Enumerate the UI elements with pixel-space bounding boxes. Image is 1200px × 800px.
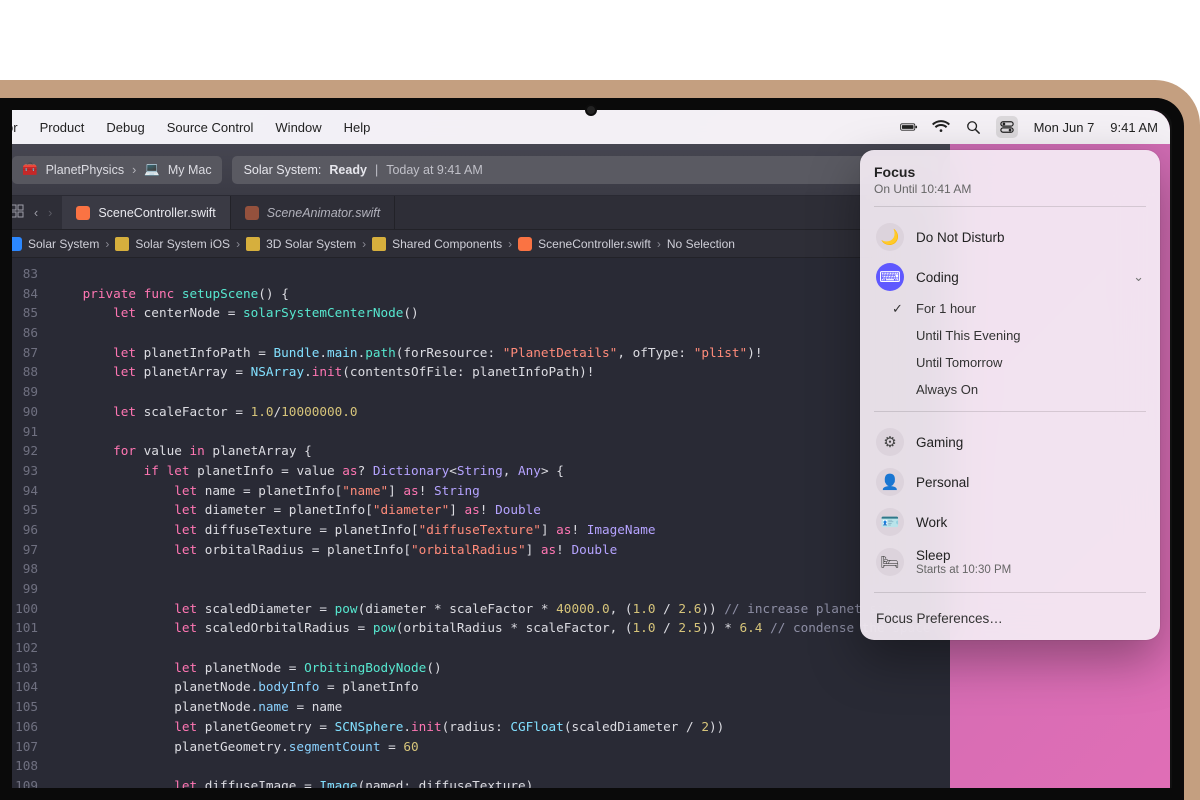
focus-option[interactable]: Always On xyxy=(914,378,1146,401)
battery-icon[interactable] xyxy=(900,120,918,134)
crumb: Solar System xyxy=(28,237,99,251)
back-button[interactable]: ‹ xyxy=(34,206,38,220)
control-center-icon[interactable] xyxy=(996,116,1018,138)
activity-status: Ready xyxy=(329,163,367,177)
activity-time: Today at 9:41 AM xyxy=(386,163,483,177)
focus-mode-sleep[interactable]: 🛏︎ Sleep Starts at 10:30 PM xyxy=(874,542,1146,582)
badge-icon: 🪪 xyxy=(876,508,904,536)
line-number-gutter: 8384858687888990919293949596979899100101… xyxy=(0,258,48,800)
code-editor[interactable]: 8384858687888990919293949596979899100101… xyxy=(0,258,950,800)
focus-mode-work[interactable]: 🪪 Work xyxy=(874,502,1146,542)
tab-bar: ‹ › SceneController.swift SceneAnimator.… xyxy=(0,196,950,230)
forward-button[interactable]: › xyxy=(48,206,52,220)
chevron-down-icon: ⌄ xyxy=(1133,269,1144,285)
wifi-icon[interactable] xyxy=(932,120,950,134)
tab-label: SceneController.swift xyxy=(98,206,215,220)
focus-label: Personal xyxy=(916,475,1144,490)
bed-icon: 🛏︎ xyxy=(876,548,904,576)
swift-file-icon xyxy=(76,206,90,220)
menu-item[interactable]: Window xyxy=(275,120,321,135)
focus-label: Gaming xyxy=(916,435,1144,450)
scheme-project: PlanetPhysics xyxy=(46,163,125,177)
chevron-right-icon: › xyxy=(132,163,136,177)
menubar-date[interactable]: Mon Jun 7 xyxy=(1034,120,1095,135)
focus-mode-dnd[interactable]: 🌙 Do Not Disturb xyxy=(874,217,1146,257)
focus-subtitle: On Until 10:41 AM xyxy=(874,182,1146,196)
keyboard-icon: ⌨︎ xyxy=(876,263,904,291)
focus-duration-options: For 1 hour Until This Evening Until Tomo… xyxy=(874,297,1146,401)
jump-bar[interactable]: Solar System› Solar System iOS› 3D Solar… xyxy=(0,230,950,258)
menu-item[interactable]: Product xyxy=(40,120,85,135)
focus-sublabel: Starts at 10:30 PM xyxy=(916,564,1144,576)
folder-icon xyxy=(246,237,260,251)
moon-icon: 🌙 xyxy=(876,223,904,251)
menu-item[interactable]: Debug xyxy=(106,120,144,135)
menu-item[interactable]: Help xyxy=(344,120,371,135)
camera-notch xyxy=(587,106,595,114)
xcode-window: 🧰 PlanetPhysics › 💻 My Mac Solar System:… xyxy=(0,144,950,800)
tab-active[interactable]: SceneController.swift xyxy=(62,196,230,229)
person-icon: 👤 xyxy=(876,468,904,496)
scheme-selector[interactable]: 🧰 PlanetPhysics › 💻 My Mac xyxy=(12,156,222,184)
tab-label: SceneAnimator.swift xyxy=(267,206,380,220)
screen: or Product Debug Source Control Window H… xyxy=(0,110,1170,800)
folder-icon xyxy=(372,237,386,251)
menubar-time[interactable]: 9:41 AM xyxy=(1110,120,1158,135)
focus-label: Coding xyxy=(916,270,1121,285)
swift-file-icon xyxy=(518,237,532,251)
gear-icon: ⚙︎ xyxy=(876,428,904,456)
focus-option[interactable]: Until Tomorrow xyxy=(914,351,1146,374)
activity-viewer: Solar System: Ready | Today at 9:41 AM xyxy=(232,156,938,184)
focus-mode-coding[interactable]: ⌨︎ Coding ⌄ xyxy=(874,257,1146,297)
focus-label: Do Not Disturb xyxy=(916,230,1144,245)
xcode-toolbar: 🧰 PlanetPhysics › 💻 My Mac Solar System:… xyxy=(0,144,950,196)
focus-preferences[interactable]: Focus Preferences… xyxy=(874,603,1146,630)
focus-popover: Focus On Until 10:41 AM 🌙 Do Not Disturb… xyxy=(860,150,1160,640)
focus-mode-personal[interactable]: 👤 Personal xyxy=(874,462,1146,502)
code-area[interactable]: private func setupScene() { let centerNo… xyxy=(48,258,950,800)
app-menus: or Product Debug Source Control Window H… xyxy=(0,120,370,135)
project-icon xyxy=(8,237,22,251)
menu-item[interactable]: or xyxy=(6,120,18,135)
crumb: Solar System iOS xyxy=(135,237,230,251)
focus-mode-gaming[interactable]: ⚙︎ Gaming xyxy=(874,422,1146,462)
swift-file-icon xyxy=(245,206,259,220)
related-items-icon[interactable] xyxy=(10,204,24,221)
folder-icon xyxy=(115,237,129,251)
focus-option[interactable]: Until This Evening xyxy=(914,324,1146,347)
focus-label: Sleep Starts at 10:30 PM xyxy=(916,548,1144,576)
activity-prefix: Solar System: xyxy=(244,163,322,177)
crumb: Shared Components xyxy=(392,237,502,251)
focus-option[interactable]: For 1 hour xyxy=(914,297,1146,320)
laptop-icon: 💻 xyxy=(144,162,160,177)
search-icon[interactable] xyxy=(964,120,982,134)
crumb: 3D Solar System xyxy=(266,237,356,251)
menu-bar: or Product Debug Source Control Window H… xyxy=(0,110,1170,144)
crumb: No Selection xyxy=(667,237,735,251)
menu-item[interactable]: Source Control xyxy=(167,120,254,135)
focus-label: Work xyxy=(916,515,1144,530)
scheme-destination: My Mac xyxy=(168,163,212,177)
crumb: SceneController.swift xyxy=(538,237,651,251)
briefcase-icon: 🧰 xyxy=(22,162,38,177)
tab-inactive[interactable]: SceneAnimator.swift xyxy=(231,196,395,229)
status-icons: Mon Jun 7 9:41 AM xyxy=(900,116,1158,138)
focus-title: Focus xyxy=(874,164,1146,180)
